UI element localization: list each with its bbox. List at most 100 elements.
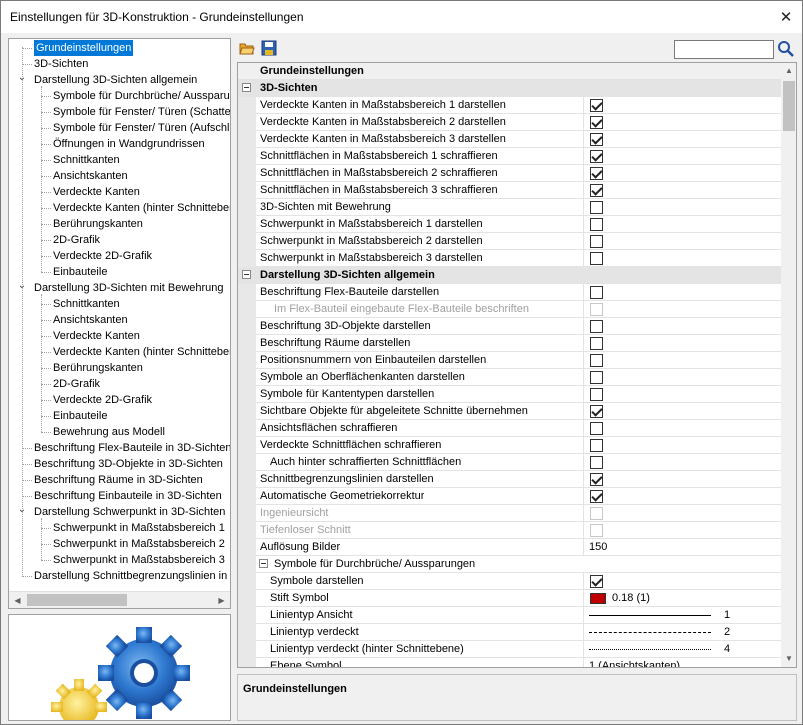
property-row[interactable]: Automatische Geometriekorrektur [238, 488, 781, 505]
tree-item[interactable]: Ansichtskanten [53, 312, 128, 328]
tree-item[interactable]: Darstellung Schnittbegrenzungslinien in … [34, 568, 230, 584]
property-value[interactable]: 2 [583, 624, 781, 640]
checkbox[interactable] [590, 354, 603, 367]
tree-item[interactable]: Einbauteile [53, 264, 107, 280]
property-row[interactable]: Schwerpunkt in Maßstabsbereich 3 darstel… [238, 250, 781, 267]
tree-horizontal-scrollbar[interactable]: ◀ ▶ [9, 591, 230, 608]
property-row[interactable]: Verdeckte Kanten in Maßstabsbereich 1 da… [238, 97, 781, 114]
close-button[interactable]: ✕ [770, 1, 802, 33]
property-value[interactable] [583, 573, 781, 589]
property-row[interactable]: Verdeckte Kanten in Maßstabsbereich 2 da… [238, 114, 781, 131]
checkbox[interactable] [590, 184, 603, 197]
property-value[interactable] [583, 437, 781, 453]
property-row[interactable]: Ebene Symbol 1 (Ansichtskanten) [238, 658, 781, 667]
property-row[interactable]: Schwerpunkt in Maßstabsbereich 1 darstel… [238, 216, 781, 233]
property-row[interactable]: Schwerpunkt in Maßstabsbereich 2 darstel… [238, 233, 781, 250]
category-tree[interactable]: ◀ ▶ Grundeinstellungen 3D-Sichten Darstell… [8, 38, 231, 609]
checkbox[interactable] [590, 388, 603, 401]
tree-item[interactable]: Beschriftung Räume in 3D-Sichten [34, 472, 203, 488]
checkbox[interactable] [590, 575, 603, 588]
checkbox[interactable] [590, 286, 603, 299]
save-icon[interactable] [261, 40, 277, 56]
property-value[interactable] [583, 182, 781, 198]
property-value[interactable]: 1 [583, 607, 781, 623]
category-row[interactable]: Symbole für Durchbrüche/ Aussparungen [238, 556, 781, 573]
property-value[interactable]: 4 [583, 641, 781, 657]
tree-item[interactable]: Schwerpunkt in Maßstabsbereich 3 [53, 552, 225, 568]
tree-item[interactable]: Beschriftung Flex-Bauteile in 3D-Sichten [34, 440, 230, 456]
category-row[interactable]: 3D-Sichten [238, 80, 781, 97]
property-row[interactable]: 3D-Sichten mit Bewehrung [238, 199, 781, 216]
scroll-down-icon[interactable]: ▼ [781, 651, 796, 667]
property-value[interactable] [583, 420, 781, 436]
checkbox[interactable] [590, 167, 603, 180]
property-value[interactable] [583, 284, 781, 300]
property-value[interactable] [583, 369, 781, 385]
tree-item[interactable]: Verdeckte 2D-Grafik [53, 392, 152, 408]
tree-item[interactable]: Schwerpunkt in Maßstabsbereich 2 [53, 536, 225, 552]
scrollbar-thumb[interactable] [783, 81, 795, 131]
property-row[interactable]: Symbole darstellen [238, 573, 781, 590]
tree-item[interactable]: Einbauteile [53, 408, 107, 424]
checkbox[interactable] [590, 99, 603, 112]
property-value[interactable] [583, 301, 781, 317]
scroll-left-icon[interactable]: ◀ [9, 592, 26, 608]
tree-item[interactable]: 2D-Grafik [53, 376, 100, 392]
checkbox[interactable] [590, 337, 603, 350]
property-value[interactable] [583, 335, 781, 351]
tree-item[interactable]: Bewehrung aus Modell [53, 424, 165, 440]
property-row[interactable]: Positionsnummern von Einbauteilen darste… [238, 352, 781, 369]
property-value[interactable] [583, 386, 781, 402]
property-value[interactable]: 150 [583, 539, 781, 555]
tree-item[interactable]: Darstellung 3D-Sichten allgemein [34, 72, 197, 88]
tree-item[interactable]: Symbole für Fenster/ Türen (Schatten [53, 104, 230, 120]
property-value[interactable] [583, 488, 781, 504]
tree-item[interactable]: Symbole für Durchbrüche/ Aussparun [53, 88, 230, 104]
checkbox[interactable] [590, 218, 603, 231]
property-row[interactable]: Symbole für Kantentypen darstellen [238, 386, 781, 403]
property-row[interactable]: Beschriftung 3D-Objekte darstellen [238, 318, 781, 335]
property-value[interactable] [583, 216, 781, 232]
property-row[interactable]: Symbole an Oberflächenkanten darstellen [238, 369, 781, 386]
tree-item[interactable]: Verdeckte 2D-Grafik [53, 248, 152, 264]
property-row[interactable]: Stift Symbol 0.18 (1) [238, 590, 781, 607]
checkbox[interactable] [590, 456, 603, 469]
property-row[interactable]: Verdeckte Kanten in Maßstabsbereich 3 da… [238, 131, 781, 148]
property-row[interactable]: Verdeckte Schnittflächen schraffieren [238, 437, 781, 454]
property-row[interactable]: Tiefenloser Schnitt [238, 522, 781, 539]
checkbox[interactable] [590, 422, 603, 435]
grid-vertical-scrollbar[interactable]: ▲ ▼ [781, 63, 796, 667]
checkbox[interactable] [590, 116, 603, 129]
tree-item[interactable]: Beschriftung Einbauteile in 3D-Sichten [34, 488, 222, 504]
collapse-icon[interactable] [242, 83, 251, 92]
property-value[interactable] [583, 505, 781, 521]
property-row[interactable]: Beschriftung Räume darstellen [238, 335, 781, 352]
property-value[interactable] [583, 131, 781, 147]
checkbox[interactable] [590, 473, 603, 486]
property-grid[interactable]: Grundeinstellungen 3D-Sichten Verdeckte K… [237, 62, 797, 668]
search-input[interactable] [674, 40, 774, 59]
tree-item[interactable]: Beschriftung 3D-Objekte in 3D-Sichten [34, 456, 223, 472]
tree-item[interactable]: Berührungskanten [53, 360, 143, 376]
property-row[interactable]: Beschriftung Flex-Bauteile darstellen [238, 284, 781, 301]
tree-item[interactable]: 2D-Grafik [53, 232, 100, 248]
property-value[interactable] [583, 97, 781, 113]
property-value[interactable] [583, 454, 781, 470]
property-row[interactable]: Linientyp verdeckt (hinter Schnittebene)… [238, 641, 781, 658]
search-icon[interactable] [777, 40, 795, 58]
property-value[interactable]: 1 (Ansichtskanten) [583, 658, 781, 667]
tree-item[interactable]: Schwerpunkt in Maßstabsbereich 1 [53, 520, 225, 536]
tree-item[interactable]: Darstellung Schwerpunkt in 3D-Sichten [34, 504, 225, 520]
tree-item[interactable]: Grundeinstellungen [34, 40, 134, 56]
tree-item[interactable]: Verdeckte Kanten (hinter Schnitteber [53, 344, 230, 360]
property-value[interactable] [583, 114, 781, 130]
property-value[interactable] [583, 522, 781, 538]
tree-item[interactable]: Darstellung 3D-Sichten mit Bewehrung [34, 280, 224, 296]
checkbox[interactable] [590, 439, 603, 452]
collapse-icon[interactable] [259, 559, 268, 568]
property-value[interactable]: 0.18 (1) [583, 590, 781, 606]
property-row[interactable]: Linientyp Ansicht 1 [238, 607, 781, 624]
tree-item[interactable]: Berührungskanten [53, 216, 143, 232]
checkbox[interactable] [590, 371, 603, 384]
scrollbar-thumb[interactable] [27, 594, 127, 606]
